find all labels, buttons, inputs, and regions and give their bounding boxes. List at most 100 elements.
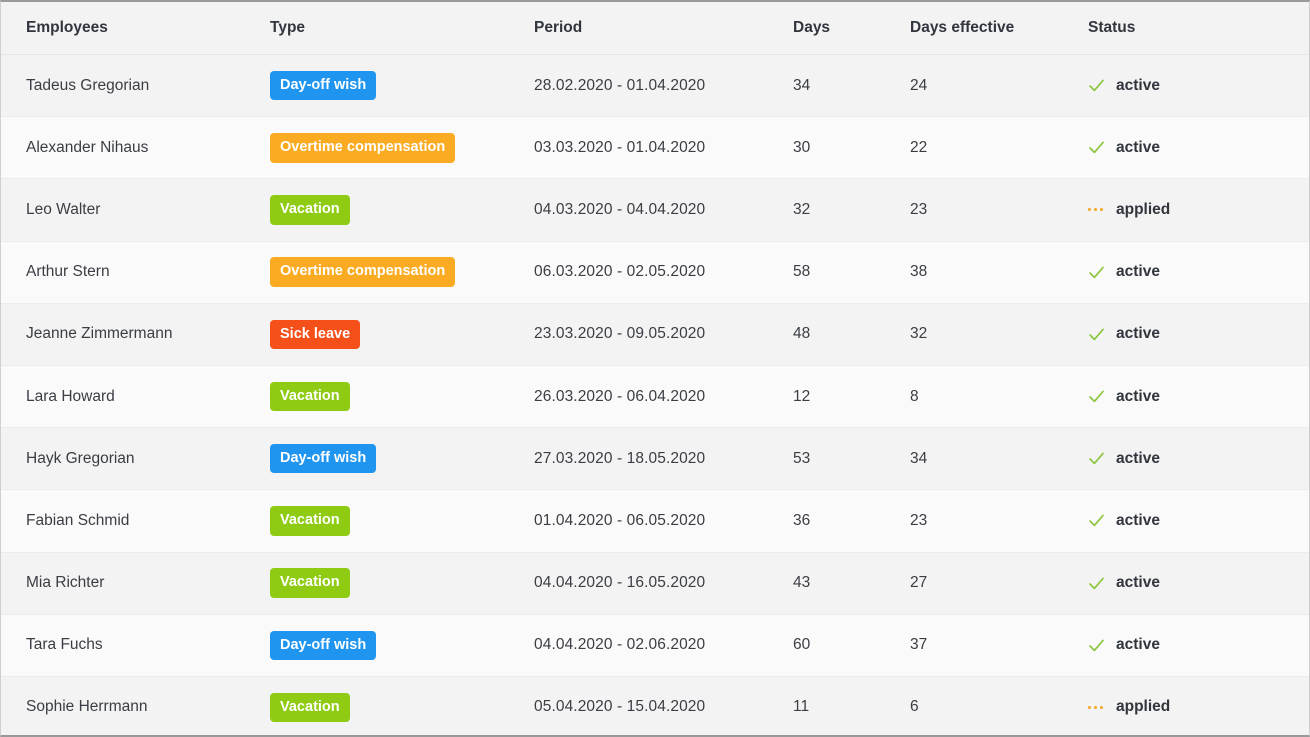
- type-badge[interactable]: Day-off wish: [270, 630, 377, 661]
- type-badge[interactable]: Vacation: [270, 692, 350, 723]
- status-badge: applied: [1088, 201, 1309, 219]
- cell-days: 34: [782, 54, 907, 118]
- cell-period: 26.03.2020 - 06.04.2020: [519, 365, 782, 429]
- table-header-row: Employees Type Period Days Days effectiv…: [1, 2, 1309, 55]
- status-label: active: [1116, 387, 1160, 405]
- check-icon: [1088, 450, 1105, 467]
- ellipsis-icon: [1088, 201, 1105, 218]
- cell-status: active: [1080, 241, 1309, 304]
- check-icon: [1088, 264, 1105, 281]
- status-badge: active: [1088, 512, 1309, 530]
- cell-period: 04.04.2020 - 02.06.2020: [519, 614, 782, 677]
- ellipsis-icon: [1088, 699, 1105, 716]
- cell-days-effective: 38: [907, 241, 1080, 304]
- cell-employee: Arthur Stern: [1, 241, 261, 304]
- status-label: active: [1116, 511, 1160, 529]
- type-badge[interactable]: Sick leave: [270, 319, 361, 350]
- status-label: active: [1116, 574, 1160, 592]
- absence-table: Employees Type Period Days Days effectiv…: [1, 2, 1309, 735]
- column-header-label: Period: [534, 19, 583, 36]
- cell-employee: Hayk Gregorian: [1, 427, 261, 491]
- cell-status: active: [1080, 54, 1309, 118]
- type-badge[interactable]: Overtime compensation: [270, 257, 456, 287]
- table-row[interactable]: Leo Walter Vacation 04.03.2020 - 04.04.202…: [1, 178, 1309, 242]
- cell-period: 28.02.2020 - 01.04.2020: [519, 54, 782, 118]
- type-badge[interactable]: Vacation: [270, 568, 350, 598]
- cell-type: Day-off wish: [261, 614, 519, 677]
- table-row[interactable]: Mia Richter Vacation 04.04.2020 - 16.05.20…: [1, 552, 1309, 615]
- cell-type: Overtime compensation: [261, 241, 519, 304]
- cell-type: Overtime compensation: [261, 116, 519, 180]
- cell-employee: Alexander Nihaus: [1, 116, 261, 180]
- cell-employee: Tadeus Gregorian: [1, 54, 261, 118]
- type-badge[interactable]: Vacation: [270, 195, 350, 225]
- status-label: applied: [1116, 698, 1171, 716]
- table-row[interactable]: Tadeus Gregorian Day-off wish 28.02.2020 -…: [1, 54, 1309, 118]
- cell-status: active: [1080, 614, 1309, 677]
- cell-employee: Sophie Herrmann: [1, 676, 261, 735]
- cell-status: active: [1080, 303, 1309, 366]
- cell-days-effective: 22: [907, 116, 1080, 180]
- cell-days: 60: [782, 614, 907, 677]
- table-row[interactable]: Fabian Schmid Vacation 01.04.2020 - 06.05.…: [1, 489, 1309, 553]
- type-badge[interactable]: Day-off wish: [270, 443, 377, 474]
- status-badge: active: [1088, 636, 1309, 654]
- status-badge: active: [1088, 139, 1309, 157]
- status-label: active: [1116, 263, 1160, 281]
- cell-status: applied: [1080, 178, 1309, 242]
- cell-days-effective: 27: [907, 552, 1080, 615]
- status-label: active: [1116, 325, 1160, 343]
- column-header-type[interactable]: Type: [261, 2, 519, 55]
- cell-days-effective: 32: [907, 303, 1080, 366]
- status-label: active: [1116, 76, 1160, 94]
- cell-type: Day-off wish: [261, 427, 519, 491]
- cell-days-effective: 24: [907, 54, 1080, 118]
- status-label: active: [1116, 636, 1160, 654]
- column-header-status[interactable]: Status: [1080, 2, 1309, 55]
- column-header-label: Days effective: [910, 19, 1015, 36]
- table-row[interactable]: Jeanne Zimmermann Sick leave 23.03.2020 - …: [1, 303, 1309, 366]
- cell-status: active: [1080, 116, 1309, 180]
- column-header-label: Days: [793, 19, 831, 36]
- cell-days: 30: [782, 116, 907, 180]
- type-badge[interactable]: Vacation: [270, 381, 350, 412]
- cell-days: 43: [782, 552, 907, 615]
- cell-type: Vacation: [261, 552, 519, 615]
- table-body: Tadeus Gregorian Day-off wish 28.02.2020 -…: [1, 54, 1309, 735]
- cell-days-effective: 23: [907, 489, 1080, 553]
- table-header: Employees Type Period Days Days effectiv…: [1, 2, 1309, 55]
- cell-status: active: [1080, 489, 1309, 553]
- column-header-days-effective[interactable]: Days effective: [907, 2, 1080, 55]
- table-row[interactable]: Hayk Gregorian Day-off wish 27.03.2020 - 1…: [1, 427, 1309, 491]
- cell-days: 53: [782, 427, 907, 491]
- status-badge: active: [1088, 77, 1309, 95]
- cell-status: active: [1080, 552, 1309, 615]
- column-header-employees[interactable]: Employees: [1, 2, 261, 55]
- cell-days-effective: 37: [907, 614, 1080, 677]
- status-badge: active: [1088, 450, 1309, 468]
- type-badge[interactable]: Vacation: [270, 506, 350, 536]
- column-header-period[interactable]: Period: [519, 2, 782, 55]
- table-row[interactable]: Sophie Herrmann Vacation 05.04.2020 - 15.0…: [1, 676, 1309, 735]
- type-badge[interactable]: Overtime compensation: [270, 133, 456, 163]
- check-icon: [1088, 77, 1105, 94]
- cell-days: 12: [782, 365, 907, 429]
- cell-days-effective: 23: [907, 178, 1080, 242]
- table-row[interactable]: Alexander Nihaus Overtime compensation 03.…: [1, 116, 1309, 180]
- check-icon: [1088, 575, 1105, 592]
- column-header-days[interactable]: Days: [782, 2, 907, 55]
- check-icon: [1088, 326, 1105, 343]
- cell-days: 36: [782, 489, 907, 553]
- cell-days: 58: [782, 241, 907, 304]
- status-badge: active: [1088, 574, 1309, 592]
- table-row[interactable]: Arthur Stern Overtime compensation 06.03.2…: [1, 241, 1309, 304]
- table-row[interactable]: Tara Fuchs Day-off wish 04.04.2020 - 02.06…: [1, 614, 1309, 677]
- status-badge: active: [1088, 325, 1309, 343]
- status-label: active: [1116, 449, 1160, 467]
- table-row[interactable]: Lara Howard Vacation 26.03.2020 - 06.04.20…: [1, 365, 1309, 429]
- type-badge[interactable]: Day-off wish: [270, 70, 377, 101]
- check-icon: [1088, 637, 1105, 654]
- status-label: active: [1116, 138, 1160, 156]
- cell-status: applied: [1080, 676, 1309, 735]
- check-icon: [1088, 512, 1105, 529]
